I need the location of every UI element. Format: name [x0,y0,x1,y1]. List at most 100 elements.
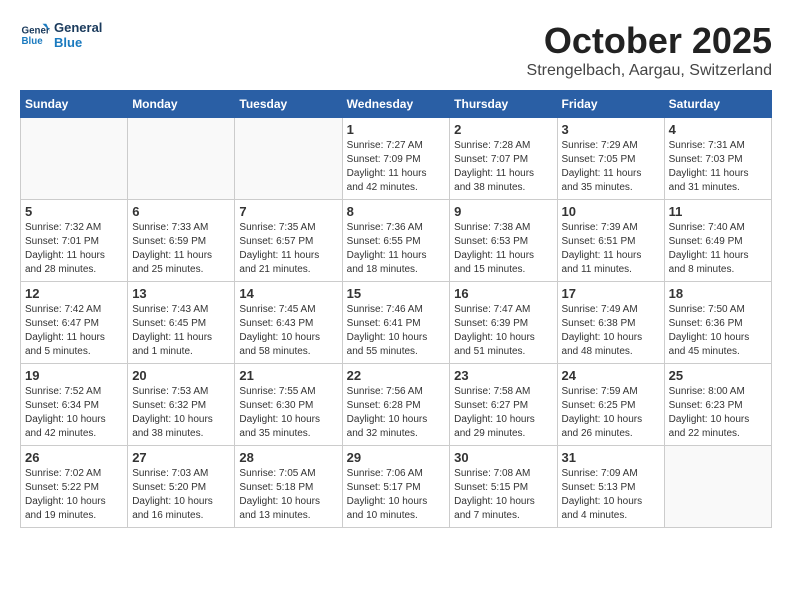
day-number: 30 [454,450,552,465]
day-number: 25 [669,368,767,383]
day-info: Sunrise: 7:46 AM Sunset: 6:41 PM Dayligh… [347,303,446,359]
day-number: 3 [562,122,660,137]
day-info: Sunrise: 7:39 AM Sunset: 6:51 PM Dayligh… [562,221,660,277]
day-number: 2 [454,122,552,137]
day-cell: 4 Sunrise: 7:31 AM Sunset: 7:03 PM Daylig… [664,118,771,200]
day-number: 21 [239,368,337,383]
logo-icon: General Blue [20,20,50,50]
week-row-1: 5 Sunrise: 7:32 AM Sunset: 7:01 PM Daylig… [21,200,772,282]
day-number: 10 [562,204,660,219]
day-number: 23 [454,368,552,383]
day-cell: 15Sunrise: 7:46 AM Sunset: 6:41 PM Dayli… [342,282,450,364]
day-cell: 8Sunrise: 7:36 AM Sunset: 6:55 PM Daylig… [342,200,450,282]
day-info: Sunrise: 7:49 AM Sunset: 6:38 PM Dayligh… [562,303,660,359]
day-info: Sunrise: 7:50 AM Sunset: 6:36 PM Dayligh… [669,303,767,359]
day-info: Sunrise: 7:38 AM Sunset: 6:53 PM Dayligh… [454,221,552,277]
day-cell: 6 Sunrise: 7:33 AM Sunset: 6:59 PM Daylig… [128,200,235,282]
title-section: October 2025 Strengelbach, Aargau, Switz… [527,20,772,80]
day-info: Sunrise: 8:00 AM Sunset: 6:23 PM Dayligh… [669,385,767,441]
day-cell: 26 Sunrise: 7:02 AM Sunset: 5:22 PM Dayli… [21,446,128,528]
weekday-header-wednesday: Wednesday [342,91,450,118]
week-row-2: 12Sunrise: 7:42 AM Sunset: 6:47 PM Dayli… [21,282,772,364]
day-info: Sunrise: 7:55 AM Sunset: 6:30 PM Dayligh… [239,385,337,441]
day-cell: 7Sunrise: 7:35 AM Sunset: 6:57 PM Daylig… [235,200,342,282]
day-info: Sunrise: 7:53 AM Sunset: 6:32 PM Dayligh… [132,385,230,441]
day-cell: 14 Sunrise: 7:45 AM Sunset: 6:43 PM Dayli… [235,282,342,364]
day-info: Sunrise: 7:59 AM Sunset: 6:25 PM Dayligh… [562,385,660,441]
day-info: Sunrise: 7:28 AM Sunset: 7:07 PM Dayligh… [454,139,552,195]
day-cell: 10 Sunrise: 7:39 AM Sunset: 6:51 PM Dayli… [557,200,664,282]
day-number: 17 [562,286,660,301]
day-number: 24 [562,368,660,383]
day-cell [21,118,128,200]
day-info: Sunrise: 7:29 AM Sunset: 7:05 PM Dayligh… [562,139,660,195]
svg-text:Blue: Blue [22,36,44,47]
day-info: Sunrise: 7:03 AM Sunset: 5:20 PM Dayligh… [132,467,230,523]
day-info: Sunrise: 7:02 AM Sunset: 5:22 PM Dayligh… [25,467,123,523]
day-number: 6 [132,204,230,219]
weekday-header-monday: Monday [128,91,235,118]
day-number: 5 [25,204,123,219]
logo-line1: General [54,20,102,35]
day-info: Sunrise: 7:33 AM Sunset: 6:59 PM Dayligh… [132,221,230,277]
day-info: Sunrise: 7:45 AM Sunset: 6:43 PM Dayligh… [239,303,337,359]
day-cell: 29 Sunrise: 7:06 AM Sunset: 5:17 PM Dayli… [342,446,450,528]
day-info: Sunrise: 7:36 AM Sunset: 6:55 PM Dayligh… [347,221,446,277]
day-cell: 19Sunrise: 7:52 AM Sunset: 6:34 PM Dayli… [21,364,128,446]
day-number: 18 [669,286,767,301]
day-number: 31 [562,450,660,465]
day-cell: 31 Sunrise: 7:09 AM Sunset: 5:13 PM Dayli… [557,446,664,528]
day-info: Sunrise: 7:05 AM Sunset: 5:18 PM Dayligh… [239,467,337,523]
day-cell: 9 Sunrise: 7:38 AM Sunset: 6:53 PM Daylig… [450,200,557,282]
day-info: Sunrise: 7:27 AM Sunset: 7:09 PM Dayligh… [347,139,446,195]
day-number: 27 [132,450,230,465]
day-cell: 30Sunrise: 7:08 AM Sunset: 5:15 PM Dayli… [450,446,557,528]
day-cell: 21 Sunrise: 7:55 AM Sunset: 6:30 PM Dayli… [235,364,342,446]
header: General Blue General Blue October 2025 S… [20,20,772,80]
day-info: Sunrise: 7:47 AM Sunset: 6:39 PM Dayligh… [454,303,552,359]
day-number: 7 [239,204,337,219]
day-cell: 24 Sunrise: 7:59 AM Sunset: 6:25 PM Dayli… [557,364,664,446]
day-cell: 25 Sunrise: 8:00 AM Sunset: 6:23 PM Dayli… [664,364,771,446]
day-cell: 3 Sunrise: 7:29 AM Sunset: 7:05 PM Daylig… [557,118,664,200]
day-number: 13 [132,286,230,301]
day-cell: 16 Sunrise: 7:47 AM Sunset: 6:39 PM Dayli… [450,282,557,364]
day-number: 9 [454,204,552,219]
calendar-header: SundayMondayTuesdayWednesdayThursdayFrid… [21,91,772,118]
weekday-header-friday: Friday [557,91,664,118]
day-cell: 18 Sunrise: 7:50 AM Sunset: 6:36 PM Dayli… [664,282,771,364]
day-info: Sunrise: 7:43 AM Sunset: 6:45 PM Dayligh… [132,303,230,359]
location-title: Strengelbach, Aargau, Switzerland [527,62,772,80]
day-number: 16 [454,286,552,301]
day-number: 28 [239,450,337,465]
day-info: Sunrise: 7:31 AM Sunset: 7:03 PM Dayligh… [669,139,767,195]
day-info: Sunrise: 7:56 AM Sunset: 6:28 PM Dayligh… [347,385,446,441]
day-number: 22 [347,368,446,383]
day-info: Sunrise: 7:06 AM Sunset: 5:17 PM Dayligh… [347,467,446,523]
week-row-0: 1Sunrise: 7:27 AM Sunset: 7:09 PM Daylig… [21,118,772,200]
logo: General Blue General Blue [20,20,102,50]
weekday-header-thursday: Thursday [450,91,557,118]
calendar: SundayMondayTuesdayWednesdayThursdayFrid… [20,90,772,528]
day-cell: 1Sunrise: 7:27 AM Sunset: 7:09 PM Daylig… [342,118,450,200]
day-number: 20 [132,368,230,383]
day-number: 19 [25,368,123,383]
day-number: 4 [669,122,767,137]
day-info: Sunrise: 7:09 AM Sunset: 5:13 PM Dayligh… [562,467,660,523]
calendar-body: 1Sunrise: 7:27 AM Sunset: 7:09 PM Daylig… [21,118,772,528]
day-info: Sunrise: 7:32 AM Sunset: 7:01 PM Dayligh… [25,221,123,277]
day-number: 29 [347,450,446,465]
day-cell: 23Sunrise: 7:58 AM Sunset: 6:27 PM Dayli… [450,364,557,446]
day-cell: 17 Sunrise: 7:49 AM Sunset: 6:38 PM Dayli… [557,282,664,364]
day-cell: 20 Sunrise: 7:53 AM Sunset: 6:32 PM Dayli… [128,364,235,446]
day-cell: 2 Sunrise: 7:28 AM Sunset: 7:07 PM Daylig… [450,118,557,200]
week-row-4: 26 Sunrise: 7:02 AM Sunset: 5:22 PM Dayli… [21,446,772,528]
day-cell: 22 Sunrise: 7:56 AM Sunset: 6:28 PM Dayli… [342,364,450,446]
day-cell: 11Sunrise: 7:40 AM Sunset: 6:49 PM Dayli… [664,200,771,282]
weekday-header-sunday: Sunday [21,91,128,118]
day-number: 14 [239,286,337,301]
day-cell: 13 Sunrise: 7:43 AM Sunset: 6:45 PM Dayli… [128,282,235,364]
day-cell: 27 Sunrise: 7:03 AM Sunset: 5:20 PM Dayli… [128,446,235,528]
day-number: 26 [25,450,123,465]
day-number: 11 [669,204,767,219]
